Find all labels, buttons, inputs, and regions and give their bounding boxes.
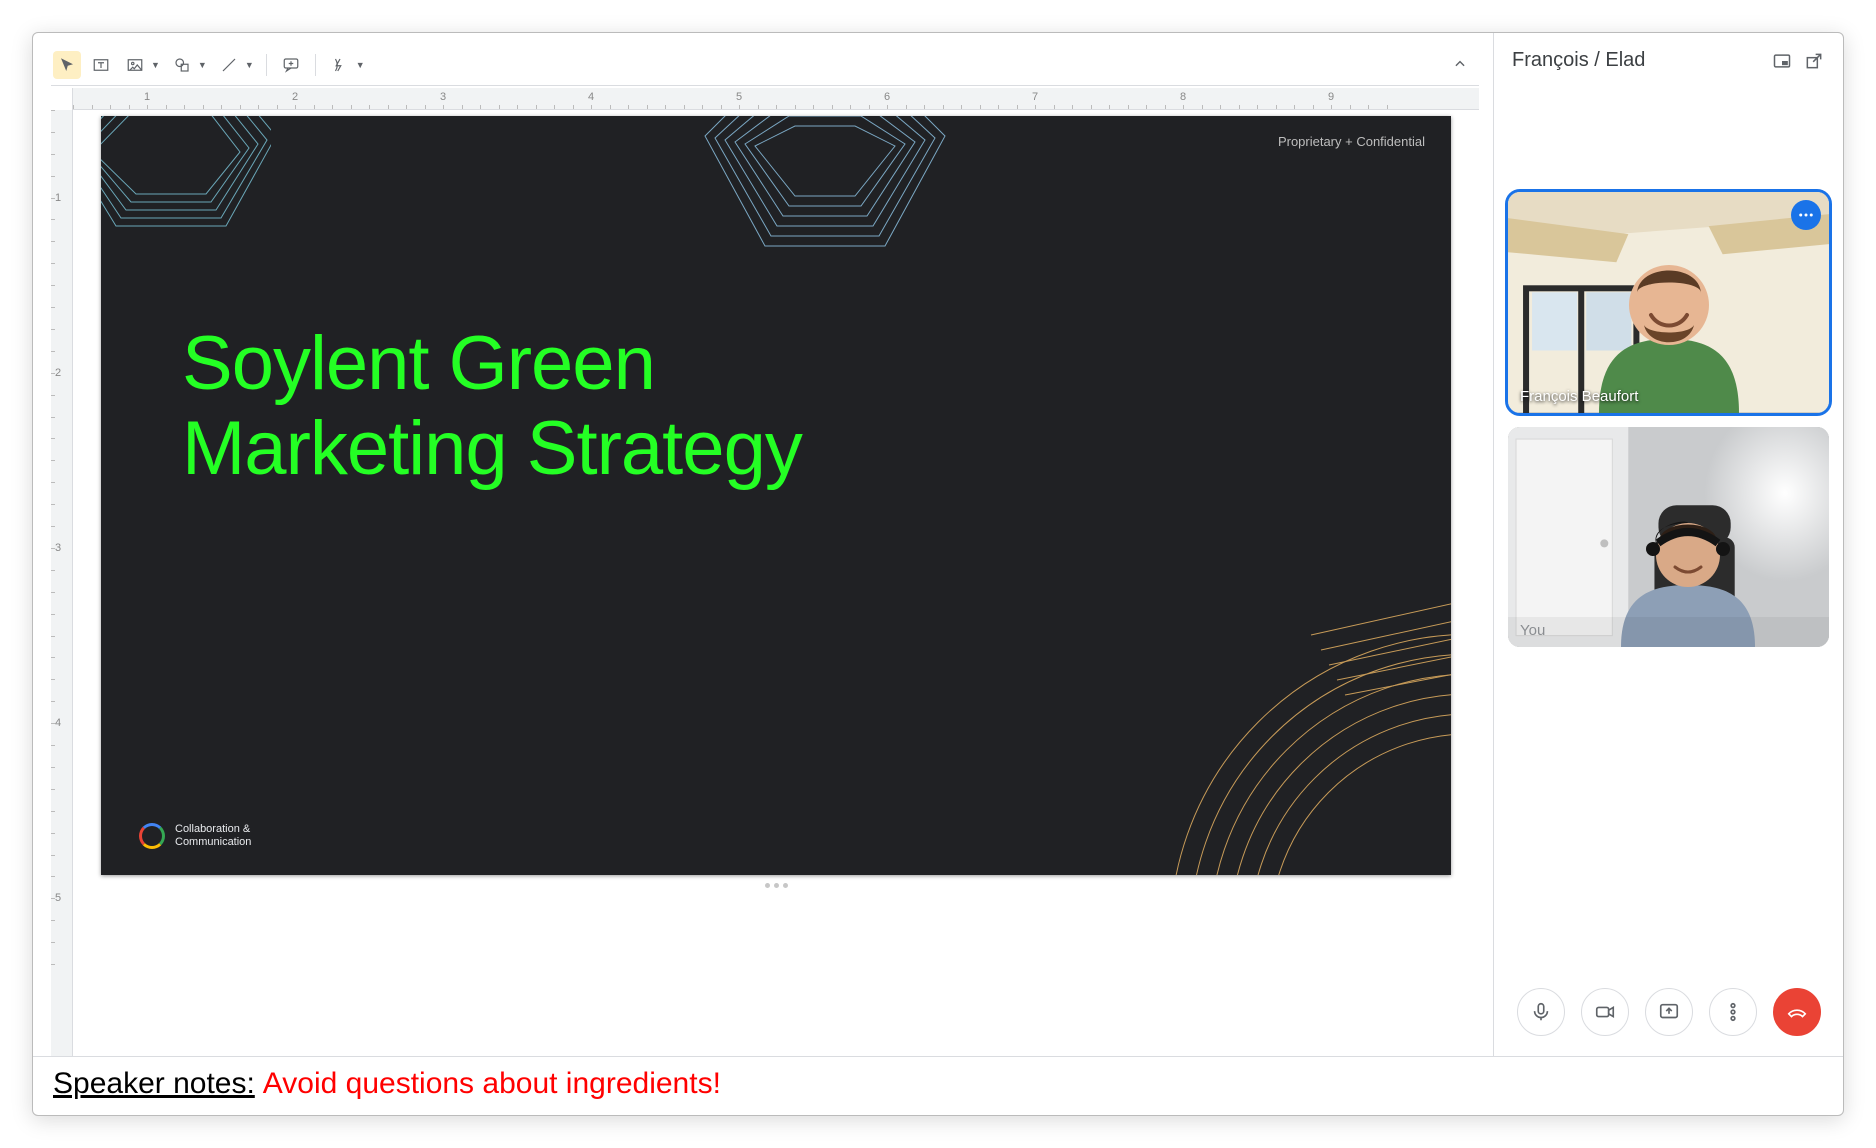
ruler-vertical: 12345 <box>51 110 73 1056</box>
slide-title-line2: Marketing Strategy <box>182 406 802 491</box>
speaker-notes-label: Speaker notes: <box>53 1067 255 1101</box>
motion-tool-button[interactable] <box>326 51 354 79</box>
shape-tool-caret[interactable]: ▼ <box>198 60 207 70</box>
toolbar-separator-2 <box>315 54 316 76</box>
meet-body: François Beaufort <box>1494 192 1843 972</box>
meet-controls <box>1494 972 1843 1056</box>
textbox-tool-button[interactable] <box>87 51 115 79</box>
mic-button[interactable] <box>1517 988 1565 1036</box>
app-frame: ▼ ▼ ▼ ▼ <box>32 32 1844 1116</box>
hangup-button[interactable] <box>1773 988 1821 1036</box>
meet-title: François / Elad <box>1512 49 1645 72</box>
image-tool-button[interactable] <box>121 51 149 79</box>
participant-tile-1[interactable]: You <box>1508 427 1829 648</box>
participant-more-button[interactable] <box>1791 200 1821 230</box>
toolbar-separator <box>266 54 267 76</box>
editor-toolbar: ▼ ▼ ▼ ▼ <box>51 47 1479 86</box>
logo-line1: Collaboration & <box>175 823 250 835</box>
participant-name-1: You <box>1520 622 1545 639</box>
slide-logo: Collaboration & Communication <box>139 823 251 849</box>
collapse-toolbar-button[interactable] <box>1443 53 1477 78</box>
speaker-notes-bar[interactable]: Speaker notes: Avoid questions about ing… <box>33 1056 1843 1115</box>
main-row: ▼ ▼ ▼ ▼ <box>33 33 1843 1056</box>
participant-tile-0[interactable]: François Beaufort <box>1508 192 1829 413</box>
notes-resize-handle[interactable] <box>753 883 799 893</box>
motion-tool-caret[interactable]: ▼ <box>356 60 365 70</box>
speaker-notes-text: Avoid questions about ingredients! <box>263 1067 721 1101</box>
meet-sidebar: François / Elad <box>1493 33 1843 1056</box>
decor-top-left <box>101 116 271 306</box>
line-tool-caret[interactable]: ▼ <box>245 60 254 70</box>
comment-tool-button[interactable] <box>277 51 305 79</box>
ruler-horizontal: 123456789 <box>51 88 1479 110</box>
decor-top-center <box>695 116 955 286</box>
image-tool-caret[interactable]: ▼ <box>151 60 160 70</box>
confidential-label: Proprietary + Confidential <box>1278 134 1425 149</box>
more-options-button[interactable] <box>1709 988 1757 1036</box>
camera-button[interactable] <box>1581 988 1629 1036</box>
logo-icon <box>139 823 165 849</box>
line-tool-button[interactable] <box>215 51 243 79</box>
slide-canvas[interactable]: Proprietary + Confidential <box>101 116 1451 875</box>
meet-header: François / Elad <box>1494 33 1843 82</box>
canvas-wrap: 12345 Proprietary + Confidential <box>51 110 1479 1056</box>
decor-bottom-right <box>1111 575 1451 875</box>
logo-line2: Communication <box>175 836 251 848</box>
slide-title-line1: Soylent Green <box>182 321 655 406</box>
select-tool-button[interactable] <box>53 51 81 79</box>
pip-icon[interactable] <box>1771 50 1793 72</box>
logo-text: Collaboration & Communication <box>175 823 251 849</box>
popout-icon[interactable] <box>1803 50 1825 72</box>
participant-name-0: François Beaufort <box>1520 388 1638 405</box>
slide-area: Proprietary + Confidential <box>73 110 1479 1056</box>
shape-tool-button[interactable] <box>168 51 196 79</box>
slide-title: Soylent Green Marketing Strategy <box>182 321 802 491</box>
present-button[interactable] <box>1645 988 1693 1036</box>
editor-column: ▼ ▼ ▼ ▼ <box>33 33 1493 1056</box>
